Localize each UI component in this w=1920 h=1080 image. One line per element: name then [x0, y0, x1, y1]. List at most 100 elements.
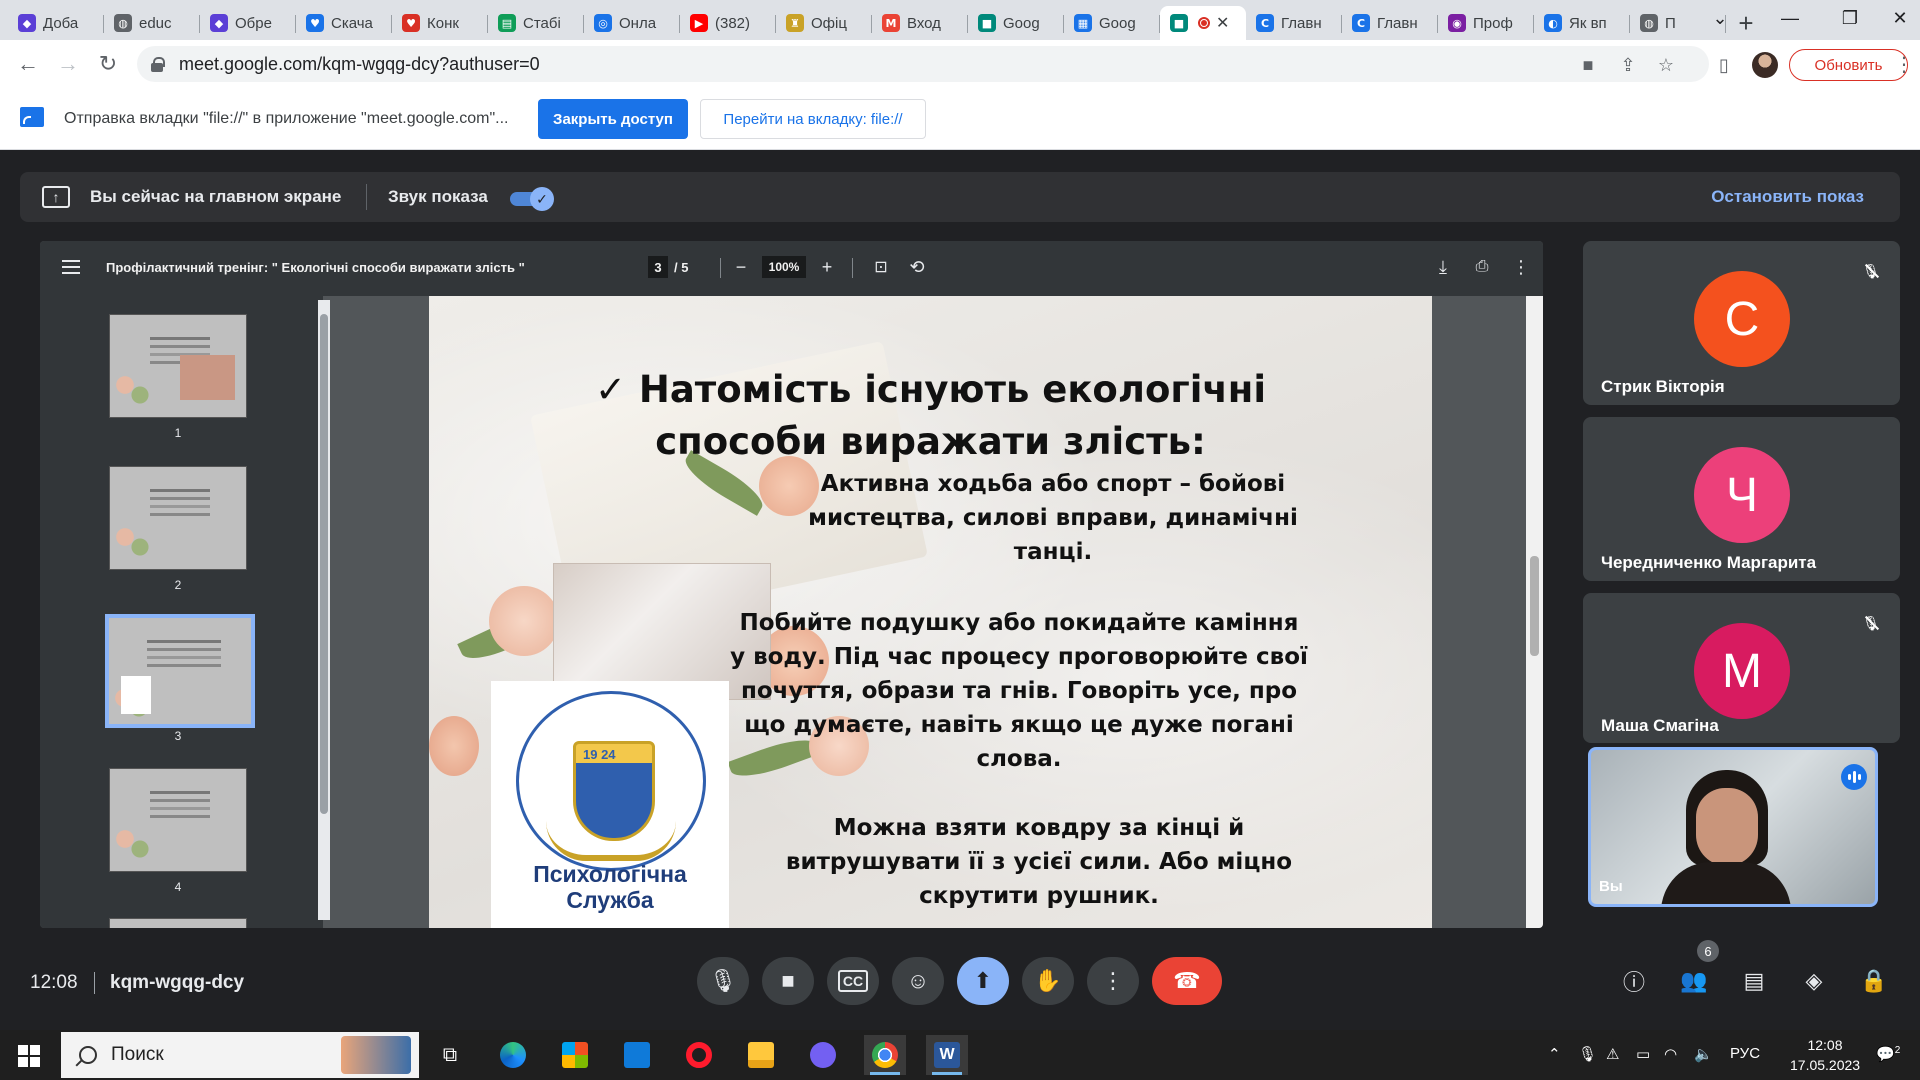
minimize-icon[interactable]: — [1760, 0, 1820, 36]
store-icon[interactable] [554, 1035, 596, 1075]
browser-tab[interactable]: ▦ Goog [1064, 6, 1160, 40]
browser-tab[interactable]: ■ Goog [968, 6, 1064, 40]
lock-icon[interactable] [151, 57, 165, 72]
side-panel-icon[interactable]: ▯ [1712, 53, 1736, 77]
notifications-icon[interactable]: 💬2 [1876, 1045, 1900, 1063]
participant-tile[interactable]: Ч Чередниченко Маргарита [1583, 417, 1900, 581]
browser-tab[interactable]: ■ ✕ [1160, 6, 1246, 40]
taskbar-search[interactable]: Поиск [61, 1032, 419, 1078]
update-button[interactable]: Обновить [1789, 49, 1908, 81]
share-audio-toggle[interactable]: ✓ [510, 187, 556, 211]
participant-tile[interactable]: М Маша Смагіна 🎙 [1583, 593, 1900, 743]
volume-icon[interactable]: 🔈 [1694, 1045, 1713, 1063]
meeting-details-button[interactable]: ⓘ [1619, 966, 1649, 996]
bookmark-star-icon[interactable]: ☆ [1655, 54, 1677, 76]
browser-tab[interactable]: C Главн [1246, 6, 1342, 40]
search-highlight-image [341, 1036, 411, 1074]
close-tab-icon[interactable]: ✕ [1216, 13, 1229, 33]
fit-page-icon[interactable]: ⊡ [870, 256, 892, 278]
viber-icon[interactable] [802, 1035, 844, 1075]
goto-tab-button[interactable]: Перейти на вкладку: file:// [700, 99, 926, 139]
browser-tab[interactable]: ◉ Проф [1438, 6, 1534, 40]
mail-icon[interactable] [616, 1035, 658, 1075]
browser-menu-icon[interactable]: ⋮ [1892, 52, 1916, 76]
opera-icon[interactable] [678, 1035, 720, 1075]
thumbnail-page[interactable] [109, 466, 247, 570]
profile-avatar[interactable] [1752, 52, 1778, 78]
tray-mic-icon[interactable]: 🎙 [1578, 1045, 1597, 1063]
thumbnail-scrollbar[interactable] [318, 300, 330, 920]
leave-call-button[interactable]: ☎ [1152, 957, 1222, 1005]
share-icon[interactable]: ⇪ [1617, 54, 1639, 76]
input-language[interactable]: РУС [1730, 1045, 1760, 1062]
browser-tab[interactable]: M Вход [872, 6, 968, 40]
present-button[interactable]: ⬆ [957, 957, 1009, 1005]
host-controls-button[interactable]: 🔒 [1859, 966, 1889, 996]
people-button[interactable]: 👥 [1679, 966, 1709, 996]
browser-tab[interactable]: C Главн [1342, 6, 1438, 40]
system-clock[interactable]: 12:08 17.05.2023 [1790, 1035, 1860, 1075]
camera-icon[interactable]: ■ [1577, 54, 1599, 76]
stop-presenting-button[interactable]: Остановить показ [1711, 187, 1864, 207]
thumbnail-page[interactable] [109, 314, 247, 418]
zoom-out-icon[interactable]: − [730, 256, 752, 278]
more-options-icon[interactable]: ⋮ [1510, 256, 1532, 278]
menu-icon[interactable] [62, 260, 80, 274]
browser-tab[interactable]: ◆ Доба [8, 6, 104, 40]
download-icon[interactable]: ⤓ [1432, 256, 1454, 278]
stop-access-button[interactable]: Закрыть доступ [538, 99, 688, 139]
print-icon[interactable]: ⎙ [1471, 256, 1493, 278]
browser-tab[interactable]: ◐ Як вп [1534, 6, 1630, 40]
chat-button[interactable]: ▤ [1739, 966, 1769, 996]
thumbnail-page[interactable] [109, 768, 247, 872]
reload-icon[interactable]: ↻ [88, 44, 128, 84]
captions-button[interactable]: CC [827, 957, 879, 1005]
rotate-icon[interactable]: ⟲ [906, 256, 928, 278]
browser-tab[interactable]: ▤ Стабі [488, 6, 584, 40]
word-icon[interactable]: W [926, 1035, 968, 1075]
thumbnail-page-selected[interactable] [105, 614, 255, 728]
more-options-button[interactable]: ⋮ [1087, 957, 1139, 1005]
file-explorer-icon[interactable] [740, 1035, 782, 1075]
back-arrow-icon[interactable]: ← [8, 44, 48, 84]
reactions-button[interactable]: ☺ [892, 957, 944, 1005]
tab-label: Як вп [1569, 14, 1607, 32]
check-icon: ✓ [530, 187, 554, 211]
browser-tab[interactable]: ◎ Онла [584, 6, 680, 40]
lock-person-icon: 🔒 [1860, 968, 1888, 993]
tray-network-warning-icon[interactable]: ⚠ [1606, 1045, 1619, 1063]
zoom-input[interactable]: 100% [762, 256, 806, 278]
thumbnail-number: 4 [174, 880, 182, 894]
battery-icon[interactable]: ▭ [1636, 1045, 1650, 1063]
thumbnail-page[interactable] [109, 918, 247, 928]
tab-search-icon[interactable]: ⌄ [1690, 0, 1750, 36]
edge-icon[interactable] [492, 1035, 534, 1075]
close-window-icon[interactable]: ✕ [1870, 0, 1920, 36]
raise-hand-button[interactable]: ✋ [1022, 957, 1074, 1005]
windows-start-icon[interactable] [18, 1045, 40, 1067]
wifi-icon[interactable]: ◠ [1664, 1045, 1677, 1063]
tray-chevron-icon[interactable]: ⌃ [1548, 1045, 1561, 1063]
mic-toggle-button[interactable]: 🎙 [697, 957, 749, 1005]
slide-heading: ✓ Натомість існують екологічні [594, 368, 1267, 411]
browser-tab[interactable]: ▶ (382) [680, 6, 776, 40]
page-number-input[interactable]: 3 [648, 256, 668, 278]
self-video-tile[interactable]: Вы [1588, 747, 1878, 907]
camera-toggle-button[interactable]: ■ [762, 957, 814, 1005]
chrome-icon[interactable] [864, 1035, 906, 1075]
activities-button[interactable]: ◈ [1799, 966, 1829, 996]
browser-tab[interactable]: ♥ Конк [392, 6, 488, 40]
heart-icon: ♥ [402, 14, 420, 32]
page-scrollbar[interactable] [1526, 296, 1543, 928]
pdf-viewer: Профілактичний тренінг: " Екологічні спо… [40, 241, 1543, 928]
address-bar[interactable]: meet.google.com/kqm-wgqg-dcy?authuser=0 … [137, 46, 1709, 82]
forward-arrow-icon[interactable]: → [48, 44, 88, 84]
browser-tab[interactable]: ◍ educ [104, 6, 200, 40]
participant-tile[interactable]: С Стрик Вікторія 🎙 [1583, 241, 1900, 405]
zoom-in-icon[interactable]: + [816, 256, 838, 278]
browser-tab[interactable]: ♥ Скача [296, 6, 392, 40]
share-audio-label: Звук показа [388, 187, 488, 206]
browser-tab[interactable]: ♜ Офіц [776, 6, 872, 40]
task-view-icon[interactable]: ⧉ [429, 1035, 471, 1075]
browser-tab[interactable]: ◆ Обре [200, 6, 296, 40]
